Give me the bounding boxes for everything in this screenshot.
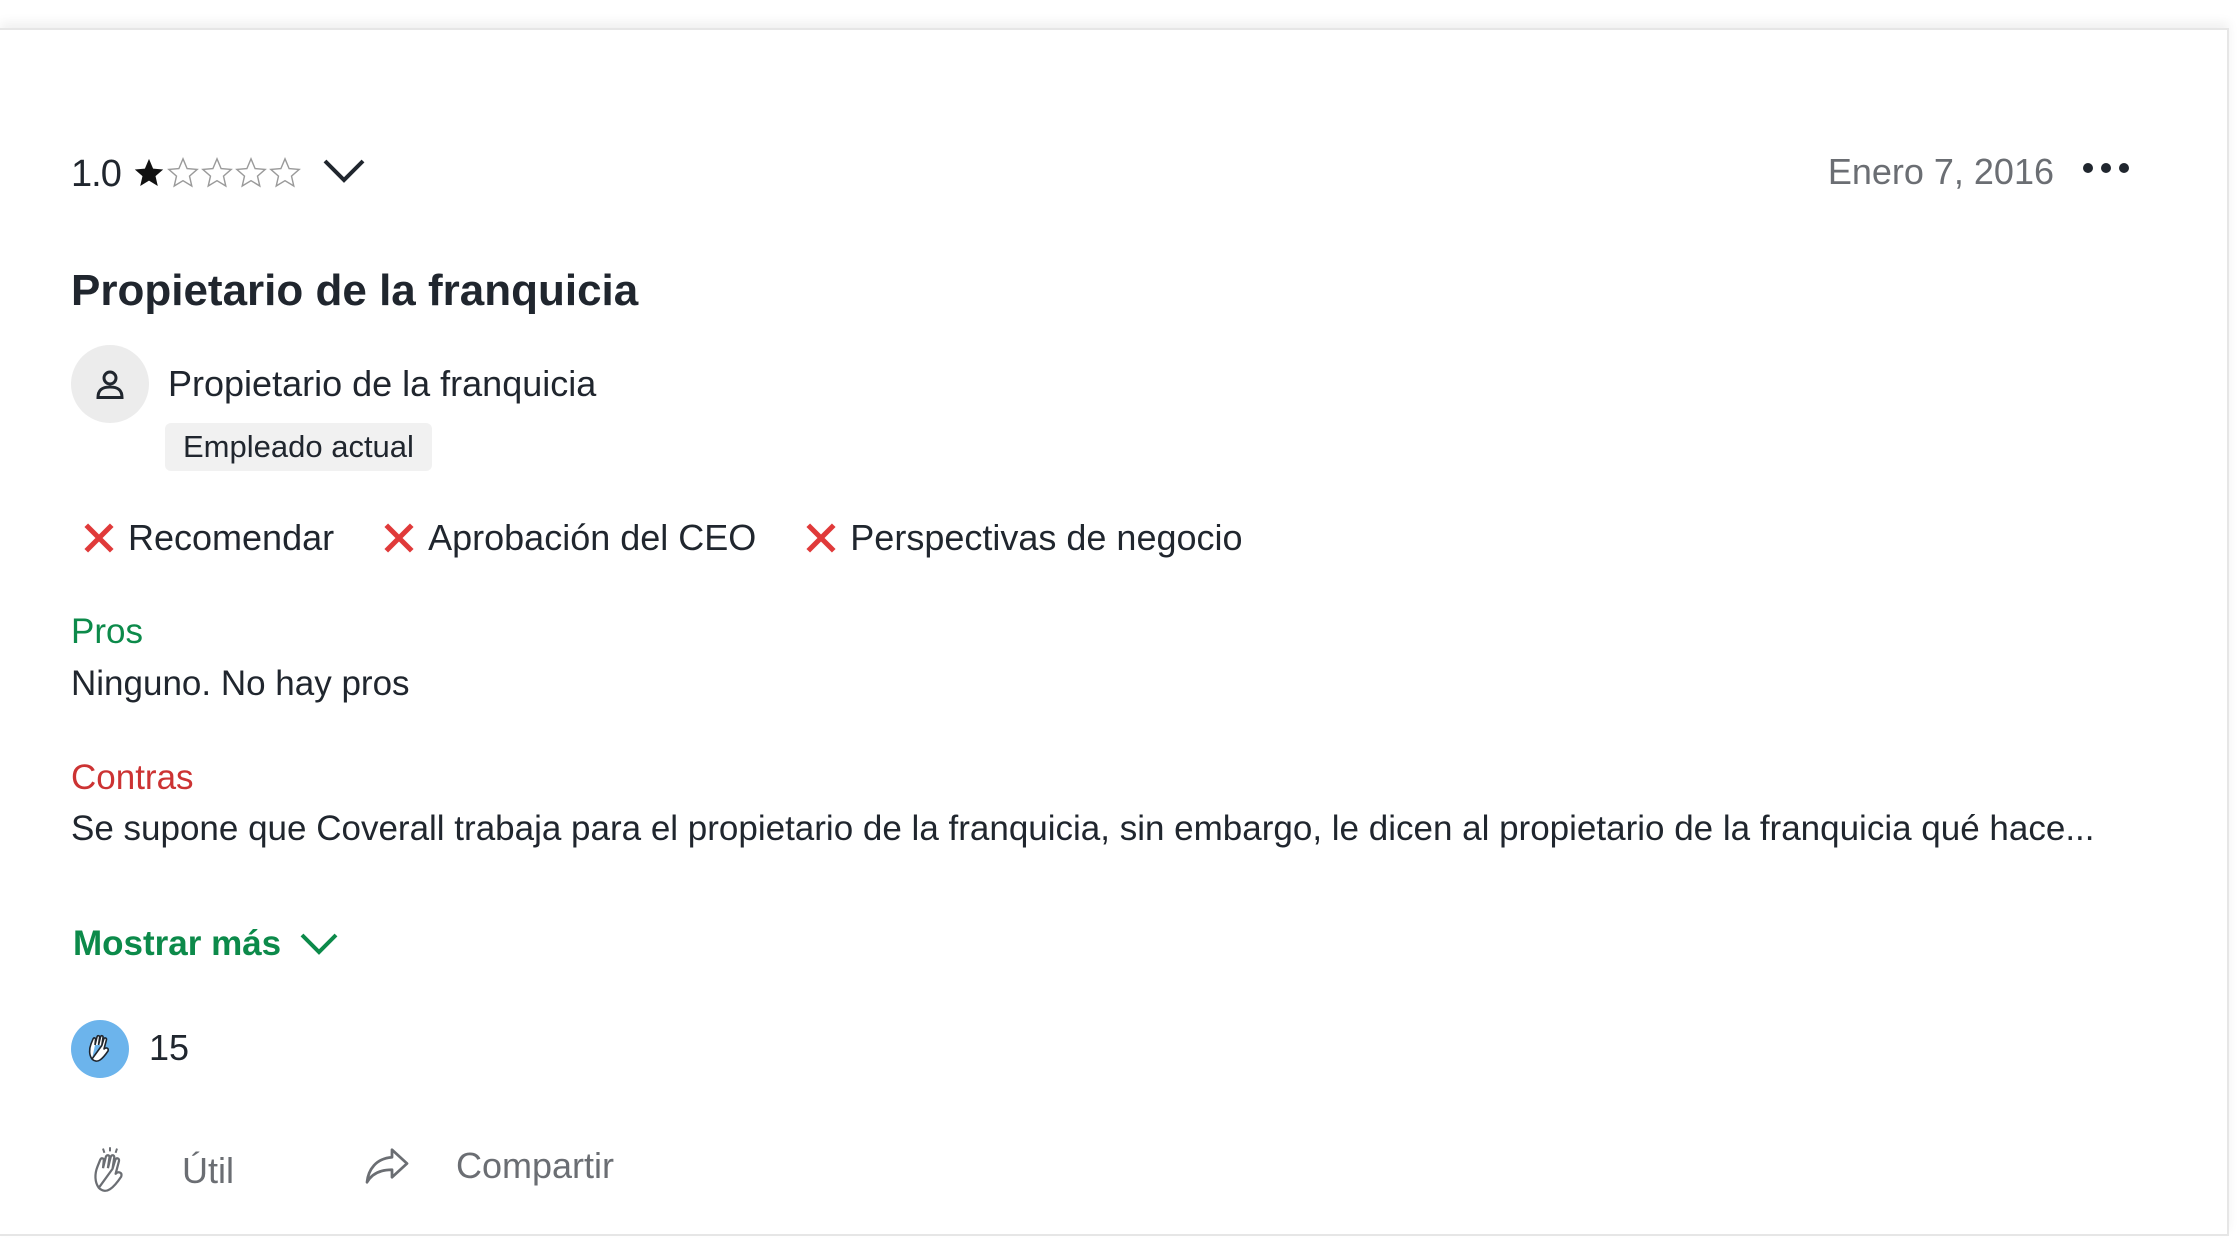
indicator-label: Perspectivas de negocio xyxy=(850,517,1243,558)
helpful-count: 15 xyxy=(149,1027,190,1068)
employment-status-badge: Empleado actual xyxy=(165,423,432,471)
review-card: 1.0 Enero 7, 2016 Propietario de la fran… xyxy=(0,28,2229,1236)
chevron-down-icon xyxy=(300,933,338,955)
clap-icon xyxy=(94,1147,123,1192)
indicator-label: Aprobación del CEO xyxy=(428,517,757,558)
share-button[interactable]: Compartir xyxy=(362,1143,614,1189)
rating-details-chevron-down-icon[interactable] xyxy=(322,156,366,191)
rating-value: 1.0 xyxy=(71,153,122,195)
indicator-recommend: Recomendar xyxy=(82,517,334,559)
star-empty-icon xyxy=(201,157,233,188)
indicator-business-outlook: Perspectivas de negocio xyxy=(804,517,1243,559)
review-indicators: Recomendar Aprobación del CEO Perspectiv… xyxy=(82,517,1291,559)
share-arrow-icon xyxy=(365,1148,409,1184)
helpful-button[interactable]: Útil xyxy=(82,1143,234,1199)
pros-label: Pros xyxy=(71,612,143,651)
star-empty-icon xyxy=(269,157,301,188)
cons-text: Se supone que Coverall trabaja para el p… xyxy=(71,809,2095,848)
star-empty-icon xyxy=(235,157,267,188)
star-filled-icon xyxy=(134,158,164,187)
show-more-label: Mostrar más xyxy=(73,924,282,963)
more-options-icon[interactable] xyxy=(2083,163,2129,173)
x-icon xyxy=(84,523,114,553)
author-role: Propietario de la franquicia xyxy=(168,363,597,404)
person-icon xyxy=(96,370,124,399)
helpful-reaction-icon xyxy=(71,1020,129,1078)
review-date: Enero 7, 2016 xyxy=(1827,151,2054,192)
review-title: Propietario de la franquicia xyxy=(71,266,639,315)
helpful-label: Útil xyxy=(182,1150,234,1191)
star-empty-icon xyxy=(167,157,199,188)
pros-text: Ninguno. No hay pros xyxy=(71,664,410,703)
show-more-button[interactable]: Mostrar más xyxy=(73,924,339,964)
star-rating xyxy=(132,151,302,195)
indicator-ceo-approval: Aprobación del CEO xyxy=(382,517,756,559)
share-label: Compartir xyxy=(456,1145,615,1186)
x-icon xyxy=(806,523,836,553)
cons-label: Contras xyxy=(71,758,194,797)
x-icon xyxy=(384,523,414,553)
avatar xyxy=(71,345,149,423)
indicator-label: Recomendar xyxy=(128,517,335,558)
